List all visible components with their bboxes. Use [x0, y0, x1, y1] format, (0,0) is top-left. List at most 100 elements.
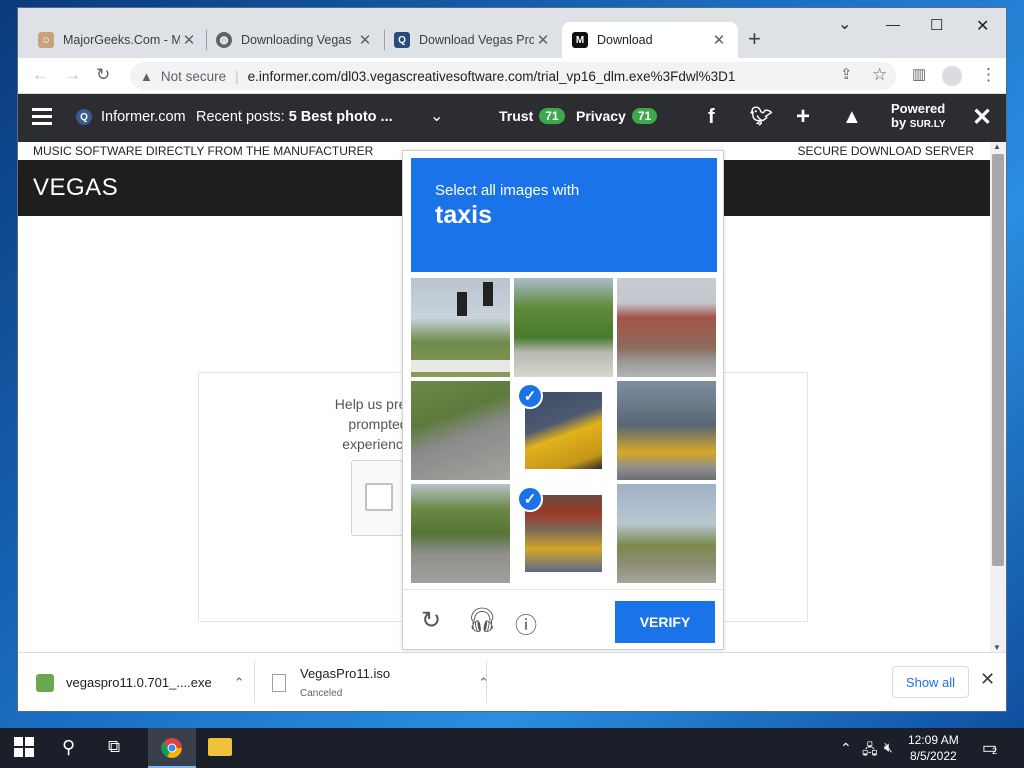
- download-filename: vegaspro11.0.701_....exe: [66, 675, 212, 690]
- strip-right-text: SECURE DOWNLOAD SERVER: [797, 144, 974, 158]
- profile-avatar-icon[interactable]: [942, 66, 962, 86]
- warning-icon: ▲: [140, 68, 153, 84]
- recaptcha-checkbox[interactable]: [365, 483, 393, 511]
- tab-download-vegas-pro[interactable]: Q Download Vegas Pro ✕: [384, 22, 562, 58]
- download-status: Canceled: [300, 688, 343, 699]
- tile-suburban-road[interactable]: [411, 484, 510, 583]
- strip-left-text: MUSIC SOFTWARE DIRECTLY FROM THE MANUFAC…: [33, 144, 374, 158]
- trust-label: Trust: [499, 108, 534, 124]
- taskbar: ⚲ ⧉ ⌃ 🖧︎ 🔇︎ 12:09 AM 8/5/2022 ▭ 2: [0, 728, 1024, 768]
- close-window-button[interactable]: ✕: [976, 16, 989, 36]
- downloads-bar: vegaspro11.0.701_....exe ⌃ VegasPro11.is…: [18, 652, 1006, 711]
- tab-search-icon[interactable]: ⌄: [838, 14, 851, 34]
- back-icon[interactable]: ←: [32, 65, 49, 85]
- show-all-button[interactable]: Show all: [892, 666, 969, 698]
- captcha-footer: ↻ 🎧︎ ⓘ VERIFY: [403, 589, 723, 649]
- tile-image: [617, 278, 716, 377]
- tab-majorgeeks[interactable]: ☺ MajorGeeks.Com - M ✕: [28, 22, 208, 58]
- task-view-icon[interactable]: ⧉: [108, 737, 120, 757]
- tile-city-street-taxis[interactable]: [617, 381, 716, 480]
- m-favicon: M: [572, 32, 588, 48]
- close-tab-icon[interactable]: ✕: [710, 31, 728, 49]
- trust-badge: 71: [539, 108, 565, 124]
- chevron-down-icon[interactable]: ⌄: [430, 106, 443, 126]
- bookmark-star-icon[interactable]: ☆: [872, 65, 887, 85]
- powered-by: Powered by SUR.LY: [891, 102, 946, 132]
- chevron-up-icon[interactable]: ⌃: [478, 675, 489, 691]
- search-icon[interactable]: ⚲: [62, 737, 75, 758]
- clock-time: 12:09 AM: [908, 733, 959, 747]
- chrome-taskbar-button[interactable]: [148, 728, 196, 768]
- recent-posts[interactable]: Recent posts: 5 Best photo ...: [196, 109, 393, 125]
- address-divider: |: [235, 68, 239, 84]
- powered-by-label: by: [891, 115, 907, 130]
- info-icon[interactable]: ⓘ: [515, 608, 537, 640]
- sign-shape: [411, 360, 510, 372]
- browser-toolbar: ← → ↻ ▲ Not secure | e.informer.com/dl03…: [18, 58, 1006, 94]
- page-scrollbar[interactable]: ▲ ▼: [990, 142, 1006, 652]
- windows-start-icon[interactable]: [14, 737, 34, 762]
- network-icon[interactable]: 🖧︎: [862, 739, 878, 763]
- tab-download[interactable]: M Download ✕: [562, 22, 738, 58]
- notifications-icon[interactable]: ▭ 2: [982, 738, 997, 758]
- tile-roadside-field[interactable]: [617, 484, 716, 583]
- share-icon[interactable]: ⇪: [840, 65, 853, 83]
- close-tab-icon[interactable]: ✕: [534, 31, 552, 49]
- side-panel-icon[interactable]: ▥: [912, 65, 926, 83]
- surly-logo: SUR.LY: [909, 119, 946, 130]
- close-downloads-icon[interactable]: ✕: [980, 669, 995, 690]
- tile-image: [617, 484, 716, 583]
- hamburger-menu-icon[interactable]: [32, 108, 52, 126]
- tile-image: [411, 484, 510, 583]
- headphones-icon[interactable]: 🎧︎: [467, 606, 497, 635]
- vegas-logo: VEGAS: [33, 174, 119, 201]
- traffic-light-shape: [483, 282, 493, 306]
- minimize-button[interactable]: —: [886, 16, 900, 32]
- clock[interactable]: 12:09 AM 8/5/2022: [908, 732, 959, 764]
- tile-street-trees[interactable]: [514, 278, 613, 377]
- scroll-down-arrow[interactable]: ▼: [993, 643, 1001, 652]
- file-explorer-icon[interactable]: [208, 738, 232, 756]
- new-tab-button[interactable]: +: [748, 28, 761, 50]
- twitter-icon[interactable]: 🐦︎: [750, 106, 773, 127]
- tile-traffic-light[interactable]: [411, 278, 510, 377]
- tile-new-york-taxi[interactable]: ✓: [514, 484, 613, 583]
- tab-downloading-vegas[interactable]: ◍ Downloading Vegas P ✕: [206, 22, 384, 58]
- informer-site-name[interactable]: Informer.com: [101, 109, 186, 125]
- verify-button[interactable]: VERIFY: [615, 601, 715, 643]
- menu-dots-icon[interactable]: ⋮: [980, 65, 997, 85]
- privacy-score: Privacy 71: [576, 108, 658, 124]
- captcha-grid: ✓ ✓: [411, 278, 717, 584]
- tile-yellow-taxi[interactable]: ✓: [514, 381, 613, 480]
- facebook-icon[interactable]: f: [708, 106, 715, 129]
- checkmark-icon: ✓: [517, 486, 543, 512]
- chevron-up-icon[interactable]: ⌃: [234, 675, 245, 691]
- trust-score: Trust 71: [499, 108, 565, 124]
- notification-count: 2: [992, 746, 998, 756]
- tile-image: [514, 278, 613, 377]
- maximize-button[interactable]: ☐: [930, 16, 943, 34]
- download-item-exe[interactable]: vegaspro11.0.701_....exe ⌃: [36, 653, 245, 711]
- close-tab-icon[interactable]: ✕: [180, 31, 198, 49]
- plus-icon[interactable]: +: [796, 103, 810, 131]
- reload-icon[interactable]: ↻: [96, 65, 110, 85]
- forward-icon[interactable]: →: [64, 65, 81, 85]
- chevron-up-icon[interactable]: ⌃: [840, 740, 852, 757]
- refresh-icon[interactable]: ↻: [421, 606, 441, 635]
- informer-bar: Q Informer.com Recent posts: 5 Best phot…: [18, 94, 1006, 142]
- captcha-instruction: Select all images with: [435, 182, 580, 199]
- clock-date: 8/5/2022: [909, 749, 957, 763]
- address-bar[interactable]: ▲ Not secure | e.informer.com/dl03.vegas…: [130, 62, 896, 90]
- tile-cyclists-road[interactable]: [411, 381, 510, 480]
- download-item-iso[interactable]: VegasPro11.iso Canceled ⌃: [272, 653, 489, 711]
- close-tab-icon[interactable]: ✕: [356, 31, 374, 49]
- warning-report-icon[interactable]: ▲: [842, 106, 862, 129]
- scroll-up-arrow[interactable]: ▲: [993, 142, 1001, 151]
- close-bar-icon[interactable]: ✕: [972, 103, 992, 132]
- not-secure-label: Not secure: [160, 68, 227, 84]
- volume-muted-icon[interactable]: 🔇︎: [884, 739, 893, 756]
- download-filename: VegasPro11.iso: [300, 666, 391, 681]
- tile-image: [617, 381, 716, 480]
- tile-store-building[interactable]: [617, 278, 716, 377]
- scroll-thumb[interactable]: [992, 154, 1004, 566]
